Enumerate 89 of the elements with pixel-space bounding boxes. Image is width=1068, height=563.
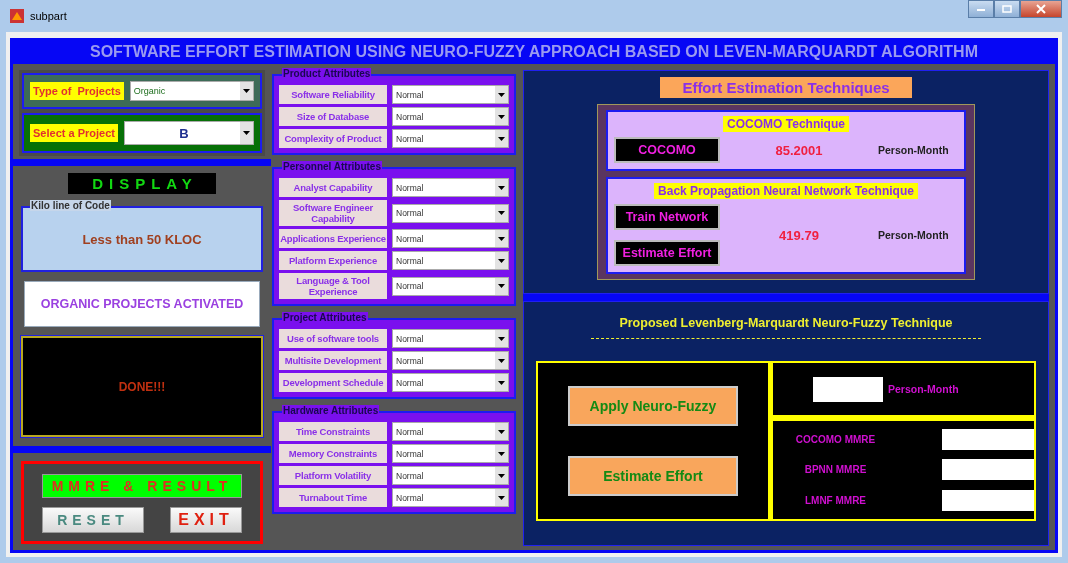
caret-icon [498,380,505,385]
window-title: subpart [30,10,67,22]
group-title: Product Attributes [282,68,372,79]
technique-button[interactable]: Estimate Effort [614,240,720,266]
caret-icon [498,236,505,241]
mmre-label: LMNF MMRE [803,495,868,507]
caret-icon [498,136,505,141]
caret-icon [243,131,250,135]
display-heading: DISPLAY [68,173,216,194]
attribute-label: Size of Database [279,107,387,126]
technique-button[interactable]: Train Network [614,204,720,230]
attribute-label: Language & Tool Experience [279,273,387,299]
rating-dropdown[interactable]: Normal [392,276,509,296]
attribute-label: Multisite Development [279,351,387,370]
effort-value: 419.79 [778,227,820,243]
mmre-field[interactable] [942,428,1034,450]
attribute-label: Analyst Capability [279,178,387,197]
exit-button[interactable]: EXIT [170,507,242,533]
caret-icon [498,284,505,288]
project-dropdown[interactable]: B [123,121,254,145]
field-label: Select a Project [30,124,118,142]
rating-dropdown[interactable]: Normal [392,178,509,197]
attribute-label: Use of software tools [279,329,387,348]
attribute-label: Time Constraints [279,422,387,441]
status-text: ORGANIC PROJECTS ACTIVATED [24,281,260,327]
minimize-icon [976,6,986,12]
rating-dropdown[interactable]: Normal [392,373,509,392]
maximize-icon [1002,5,1012,13]
caret-icon [498,114,505,119]
mmre-label: BPNN MMRE [803,464,868,476]
effort-field[interactable] [813,376,883,402]
rating-dropdown[interactable]: Normal [392,351,509,370]
attribute-label: Complexity of Product [279,129,387,148]
caret-icon [498,258,505,263]
unit-label: Person-Month [888,383,959,395]
technique-title: Back Propagation Neural Network Technique [654,183,918,199]
caret-icon [498,451,505,456]
caret-icon [243,89,250,93]
technique-button[interactable]: COCOMO [614,137,720,163]
kloc-text: Less than 50 KLOC [82,231,202,247]
technique-title: COCOMO Technique [723,116,849,132]
group-title: Hardware Attributes [282,405,380,416]
field-label: Type of Projects [30,82,124,100]
caret-icon [498,358,505,363]
mmre-label: COCOMO MMRE [794,433,877,445]
rating-dropdown[interactable]: Normal [392,107,509,126]
attribute-label: Applications Experience [279,229,387,248]
rating-dropdown[interactable]: Normal [392,488,509,507]
rating-dropdown[interactable]: Normal [392,251,509,270]
maximize-button[interactable] [994,0,1020,18]
app-heading: SOFTWARE EFFORT ESTIMATION USING NEURO-FUZZY APPROACH BASED ON LEVEN-MARQUARDT ALGORITHM [89,42,979,62]
rating-dropdown[interactable]: Normal [392,129,509,148]
caret-icon [498,429,505,434]
caret-icon [498,473,505,478]
close-button[interactable] [1020,0,1062,18]
rating-dropdown[interactable]: Normal [392,85,509,104]
caret-icon [498,185,505,190]
mmre-field[interactable] [942,490,1034,512]
unit-label: Person-Month [878,144,950,156]
close-icon [1036,4,1046,14]
caret-icon [498,92,505,97]
caret-icon [498,495,505,500]
attribute-label: Platform Volatility [279,466,387,485]
rating-dropdown[interactable]: Normal [392,329,509,348]
rating-dropdown[interactable]: Normal [392,466,509,485]
section-heading: Proposed Levenberg-Marquardt Neuro-Fuzzy Technique [619,316,953,330]
rating-dropdown[interactable]: Normal [392,203,509,223]
attribute-label: Memory Constraints [279,444,387,463]
caret-icon [498,211,505,215]
attribute-label: Software Reliability [279,85,387,104]
minimize-button[interactable] [968,0,994,18]
caret-icon [498,336,505,341]
section-heading: Effort Estimation Techniques [660,77,912,98]
unit-label: Person-Month [878,229,950,241]
rating-dropdown[interactable]: Normal [392,422,509,441]
attribute-label: Software Engineer Capability [279,200,387,226]
attribute-label: Development Schedule [279,373,387,392]
app-icon [10,9,24,23]
group-title: Personnel Attributes [282,161,382,172]
project-dropdown[interactable]: Organic [129,81,254,101]
group-label: Kilo line of Code [30,200,111,211]
attribute-label: Platform Experience [279,251,387,270]
attribute-label: Turnabout Time [279,488,387,507]
result-text: DONE!!! [21,336,263,437]
mmre-field[interactable] [942,459,1034,481]
rating-dropdown[interactable]: Normal [392,444,509,463]
effort-value: 85.2001 [774,142,824,158]
rating-dropdown[interactable]: Normal [392,229,509,248]
group-title: Project Attributes [282,312,368,323]
